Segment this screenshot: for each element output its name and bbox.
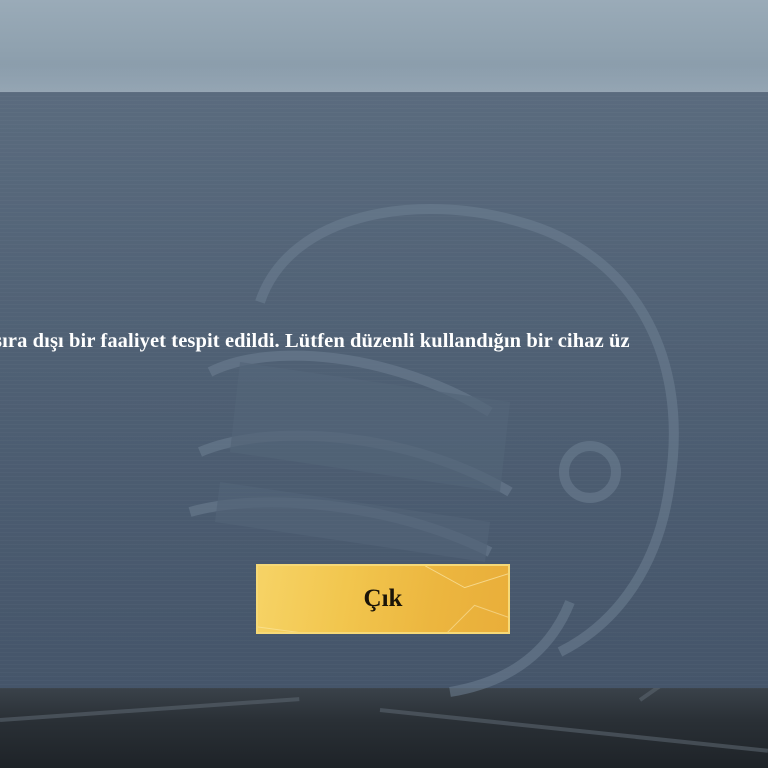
game-screen: sıra dışı bir faaliyet tespit edildi. Lü… <box>0 0 768 768</box>
dialog-message: sıra dışı bir faaliyet tespit edildi. Lü… <box>0 330 630 352</box>
background-sky <box>0 0 768 92</box>
exit-button-label: Çık <box>363 585 403 612</box>
exit-button[interactable]: Çık <box>256 564 510 634</box>
alert-dialog: sıra dışı bir faaliyet tespit edildi. Lü… <box>0 92 768 697</box>
